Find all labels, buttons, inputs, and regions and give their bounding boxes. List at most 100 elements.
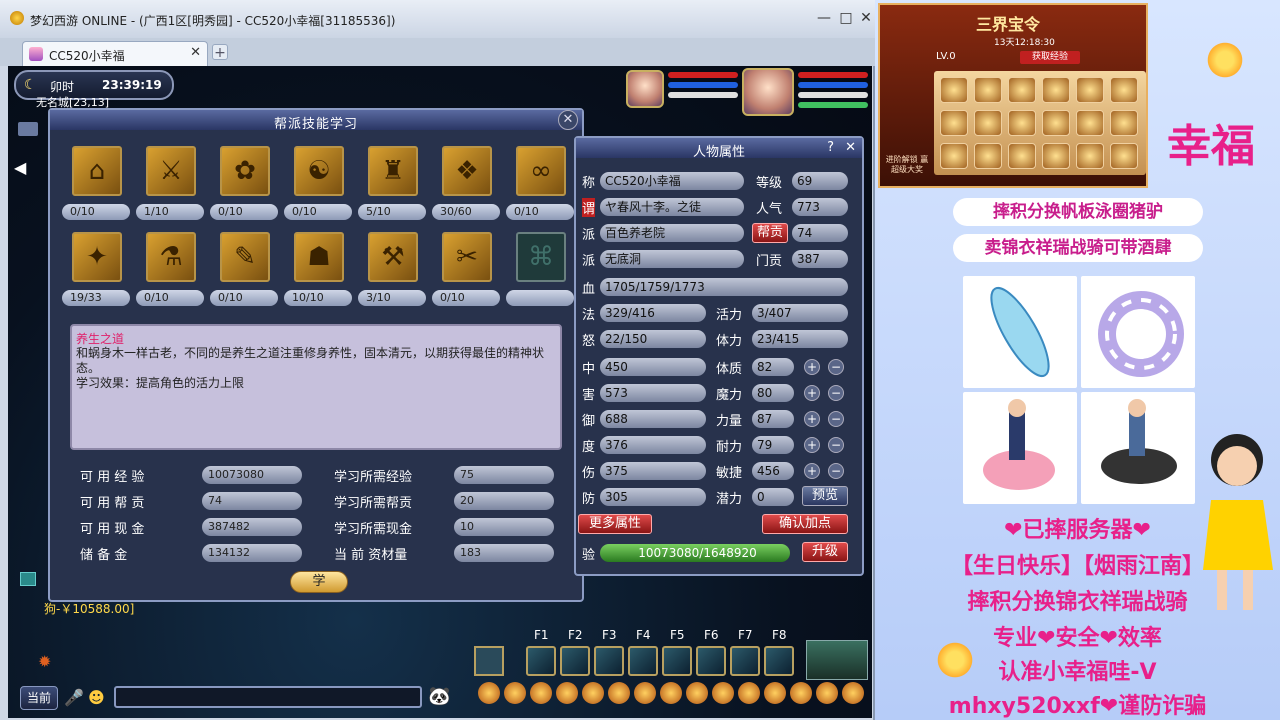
toolbar-icon[interactable] xyxy=(842,682,864,704)
reward-cell[interactable] xyxy=(1008,110,1036,136)
skill-icon[interactable]: ✂ xyxy=(442,232,492,282)
reward-cell[interactable] xyxy=(1076,110,1104,136)
channel-button[interactable]: 当前 xyxy=(20,686,58,710)
close-window-button[interactable]: ✕ xyxy=(858,10,874,26)
minus-button[interactable]: − xyxy=(828,411,844,427)
hotkey-slot[interactable] xyxy=(526,646,556,676)
help-icon[interactable]: ? xyxy=(827,140,834,155)
toolbar-icon[interactable] xyxy=(556,682,578,704)
get-exp-button[interactable]: 获取经验 xyxy=(1020,51,1080,64)
hp-label: 血 xyxy=(582,282,596,297)
new-tab-button[interactable]: + xyxy=(212,44,228,61)
toolbar-icon[interactable] xyxy=(504,682,526,704)
skill-icon[interactable]: ✦ xyxy=(72,232,122,282)
reward-cell[interactable] xyxy=(1110,143,1138,169)
skill-icon[interactable]: ☯ xyxy=(294,146,344,196)
label-material: 当 前 资材量 xyxy=(334,548,408,563)
reward-cell[interactable] xyxy=(1110,110,1138,136)
skill-icon[interactable]: ⚔ xyxy=(146,146,196,196)
reward-cell[interactable] xyxy=(940,77,968,103)
toolbar-icon[interactable] xyxy=(686,682,708,704)
hotkey-slot[interactable] xyxy=(594,646,624,676)
toolbar-icon[interactable] xyxy=(764,682,786,704)
minus-button[interactable]: − xyxy=(828,385,844,401)
attr-label: 魔力 xyxy=(716,388,743,403)
money-text: 狗-￥10588.00] xyxy=(44,602,135,616)
skill-icon[interactable]: ☗ xyxy=(294,232,344,282)
plus-button[interactable]: + xyxy=(804,359,820,375)
plus-button[interactable]: + xyxy=(804,463,820,479)
reward-cell[interactable] xyxy=(974,110,1002,136)
pet-avatar[interactable] xyxy=(626,70,664,108)
tab-close-icon[interactable]: ✕ xyxy=(190,45,201,60)
guild-contrib-button[interactable]: 帮贡 xyxy=(752,223,788,243)
reward-cell[interactable] xyxy=(940,110,968,136)
left-arrow-icon[interactable]: ◀ xyxy=(14,158,26,177)
upgrade-button[interactable]: 升级 xyxy=(802,542,848,562)
skill-icon[interactable]: ✿ xyxy=(220,146,270,196)
confirm-points-button[interactable]: 确认加点 xyxy=(762,514,848,534)
skill-icon[interactable]: ⌂ xyxy=(72,146,122,196)
hotkey-slot[interactable] xyxy=(662,646,692,676)
reward-cell[interactable] xyxy=(974,77,1002,103)
toolbar-icon[interactable] xyxy=(712,682,734,704)
toolbar-icon[interactable] xyxy=(634,682,656,704)
app-icon xyxy=(10,11,24,25)
minus-button[interactable]: − xyxy=(828,437,844,453)
toolbar-icon[interactable] xyxy=(660,682,682,704)
reward-cell[interactable] xyxy=(1008,143,1036,169)
reward-cell[interactable] xyxy=(1042,77,1070,103)
map-button[interactable] xyxy=(18,122,38,136)
reward-cell[interactable] xyxy=(1076,143,1104,169)
hotkey-slot[interactable] xyxy=(764,646,794,676)
toolbar-icon[interactable] xyxy=(738,682,760,704)
skill-icon[interactable]: ✎ xyxy=(220,232,270,282)
chat-input[interactable] xyxy=(114,686,422,708)
toolbar-icon[interactable] xyxy=(530,682,552,704)
toolbar-icon[interactable] xyxy=(816,682,838,704)
hotkey-slot[interactable] xyxy=(730,646,760,676)
hotkey-slot[interactable] xyxy=(560,646,590,676)
player-avatar[interactable] xyxy=(742,68,794,116)
plus-button[interactable]: + xyxy=(804,411,820,427)
title-label[interactable]: 谓 xyxy=(582,198,596,217)
reward-cell[interactable] xyxy=(1076,77,1104,103)
learn-button[interactable]: 学 xyxy=(290,571,348,593)
preview-button[interactable]: 预览 xyxy=(802,486,848,506)
reward-cell[interactable] xyxy=(1110,77,1138,103)
pet-icon[interactable]: 🐼 xyxy=(428,686,450,707)
house-icon[interactable] xyxy=(806,640,868,680)
minimize-button[interactable]: — xyxy=(816,10,832,26)
close-dialog-button[interactable]: ✕ xyxy=(558,110,578,130)
reward-cell[interactable] xyxy=(940,143,968,169)
toolbar-icon[interactable] xyxy=(582,682,604,704)
emoji-icon[interactable]: ☻ xyxy=(88,688,105,707)
small-icon[interactable] xyxy=(20,572,36,586)
reward-cell[interactable] xyxy=(1042,110,1070,136)
more-attributes-button[interactable]: 更多属性 xyxy=(578,514,652,534)
reward-cell[interactable] xyxy=(1008,77,1036,103)
toolbar-icon[interactable] xyxy=(608,682,630,704)
close-panel-button[interactable]: ✕ xyxy=(845,140,856,155)
hotkey-slot[interactable] xyxy=(628,646,658,676)
hotkey-slot[interactable] xyxy=(696,646,726,676)
skill-icon[interactable]: ♜ xyxy=(368,146,418,196)
minus-button[interactable]: − xyxy=(828,463,844,479)
skill-icon[interactable]: ∞ xyxy=(516,146,566,196)
plus-button[interactable]: + xyxy=(804,385,820,401)
toolbar-icon[interactable] xyxy=(790,682,812,704)
reward-cell[interactable] xyxy=(974,143,1002,169)
skill-icon[interactable]: ❖ xyxy=(442,146,492,196)
hotkey-toggle[interactable] xyxy=(474,646,504,676)
microphone-icon[interactable]: 🎤 xyxy=(64,688,84,707)
browser-tab[interactable]: CC520小幸福 ✕ xyxy=(22,41,208,66)
minus-button[interactable]: − xyxy=(828,359,844,375)
skill-icon[interactable]: ⌘ xyxy=(516,232,566,282)
skill-icon[interactable]: ⚗ xyxy=(146,232,196,282)
reward-cell[interactable] xyxy=(1042,143,1070,169)
plus-button[interactable]: + xyxy=(804,437,820,453)
toolbar-icon[interactable] xyxy=(478,682,500,704)
maximize-button[interactable]: □ xyxy=(838,10,854,26)
stat-value: 688 xyxy=(600,410,706,428)
skill-icon[interactable]: ⚒ xyxy=(368,232,418,282)
